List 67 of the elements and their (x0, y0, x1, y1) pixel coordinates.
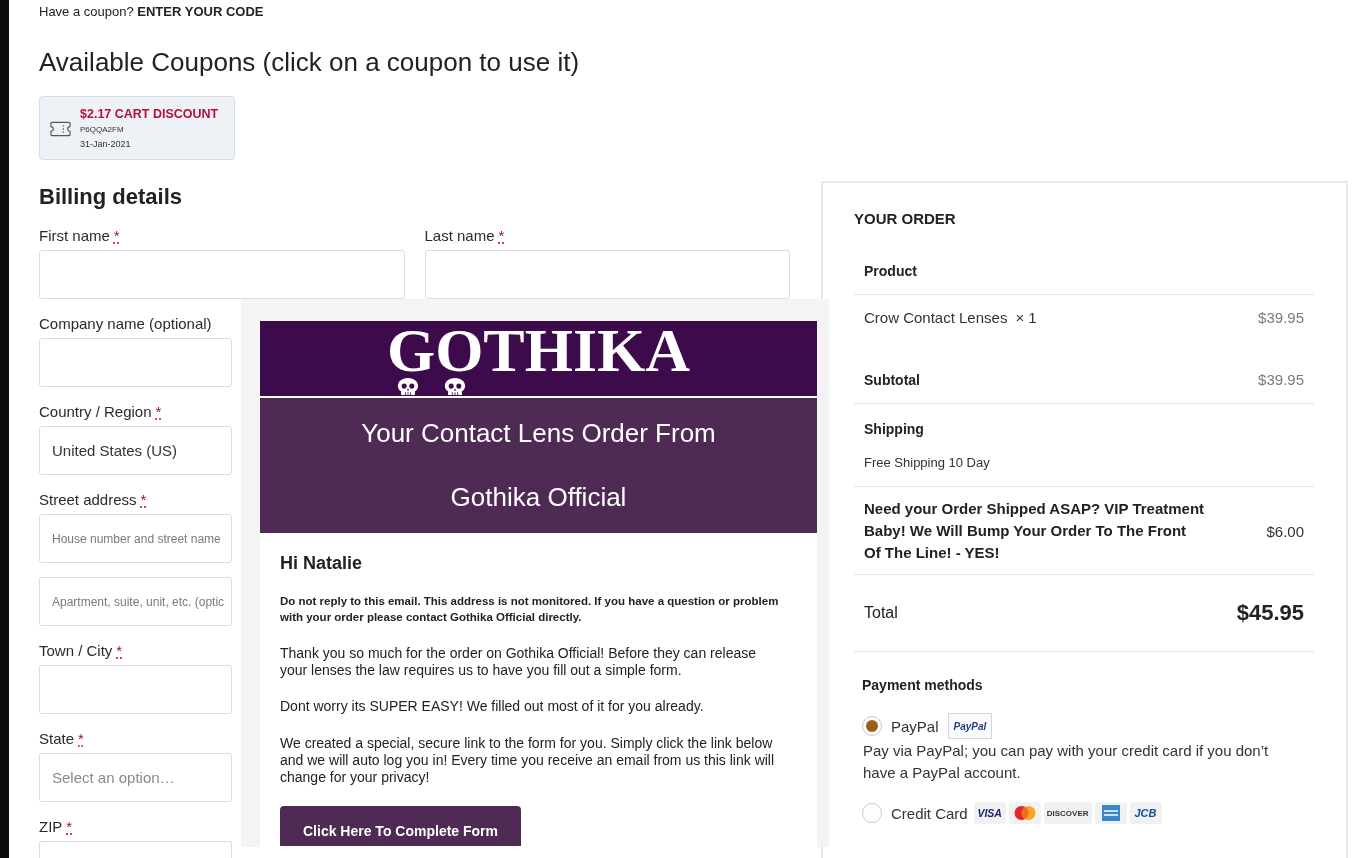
field-label: Company name (optional) (39, 314, 212, 334)
card-logo-icon (1094, 802, 1127, 824)
input-field[interactable] (39, 841, 232, 858)
coupon-code: P6QQA2FM (80, 124, 125, 136)
field-label: Street address (39, 490, 137, 510)
order-title: YOUR ORDER (854, 209, 957, 229)
input-field[interactable]: Apartment, suite, unit, etc. (optic (39, 577, 232, 626)
radio-button[interactable] (862, 803, 882, 823)
input-field[interactable] (424, 250, 790, 299)
select-field[interactable]: United States (US) (39, 426, 232, 475)
input-field[interactable]: House number and street name (39, 514, 232, 563)
field-label: ZIP (39, 817, 63, 837)
select-field[interactable]: Select an option… (39, 753, 232, 802)
input-field[interactable] (39, 250, 405, 299)
coupon-date: 31-Jan-2021 (80, 138, 132, 151)
required-mark: * (498, 226, 505, 246)
email-greeting: Hi Natalie (280, 552, 364, 574)
section-heading: Billing details (39, 183, 184, 211)
logo-text: GOTHIKA (386, 322, 691, 378)
section-heading: Available Coupons (click on a coupon to use it) (39, 46, 581, 78)
product-name: Crow Contact Lenses (864, 308, 1008, 328)
ticket-icon (50, 121, 71, 137)
method-description: Pay via PayPal; you can pay with your credit card if you don’t have a PayPal account. (863, 741, 1270, 783)
card-logo: VISA (973, 802, 1006, 824)
paypal-badge: PayPal (947, 713, 993, 739)
product-quantity: × 1 (1015, 308, 1037, 328)
field-label: Country / Region (39, 402, 152, 422)
coupon-card[interactable]: $2.17 CART DISCOUNT P6QQA2FM 31-Jan-2021 (39, 96, 235, 160)
required-mark: * (66, 817, 73, 837)
enter-code-link[interactable]: ENTER YOUR CODE (137, 4, 264, 19)
field-label: State (39, 729, 75, 749)
input-field[interactable] (39, 665, 232, 714)
email-paragraph: Thank you so much for the order on Gothika Official! Before they can release your lenses the law requires us to have you fill out a simple form. (280, 644, 757, 679)
complete-form-button[interactable]: Click Here To Complete Form (280, 806, 521, 846)
total-label: Total (864, 604, 898, 622)
method-label: PayPal (891, 717, 939, 735)
fee-label: Need your Order Shipped ASAP? VIP Treatment Baby! We Will Bump Your Order To The Front Of The Line! - YES! (864, 499, 1205, 563)
total-value: $45.95 (1236, 600, 1304, 626)
card-logo: DISCOVER (1043, 802, 1092, 824)
shipping-option: Free Shipping 10 Day (864, 453, 990, 473)
email-notice: Do not reply to this email. This address is not monitored. If you have a question or problem with your order please contact Gothika Official directly. (280, 594, 780, 625)
column-header: Product (864, 262, 917, 279)
fee-value: $6.00 (1266, 522, 1304, 540)
email-paragraph: We created a special, secure link to the form for you. Simply click the link below and we will auto log you in! Every time you receive an email from us this link will change for your privacy! (280, 734, 776, 786)
input-field[interactable] (39, 338, 232, 387)
field-label: Town / City (39, 641, 113, 661)
overlapping-circles-icon (1008, 802, 1041, 824)
field-label: Last name (424, 226, 495, 246)
subtotal-value: $39.95 (1258, 370, 1304, 390)
field-label: First name (39, 226, 110, 246)
coupon-prompt: Have a coupon? ENTER YOUR CODE (39, 3, 265, 20)
email-paragraph: Dont worry its SUPER EASY! We filled out most of it for you already. (280, 698, 705, 715)
required-mark: * (140, 490, 147, 510)
shipping-label: Shipping (864, 420, 924, 439)
section-title: Payment methods (862, 676, 984, 695)
method-label: Credit Card (891, 804, 968, 822)
email-heading: Your Contact Lens Order From (360, 417, 717, 450)
required-mark: * (116, 641, 123, 661)
subtotal-label: Subtotal (864, 371, 920, 390)
required-mark: * (113, 226, 120, 246)
card-logo: JCB (1129, 802, 1162, 824)
required-mark: * (155, 402, 162, 422)
radio-button[interactable] (862, 716, 882, 736)
coupon-amount: $2.17 CART DISCOUNT (80, 106, 219, 122)
price-text: $39.95 (1258, 308, 1304, 328)
email-heading: Gothika Official (449, 481, 628, 514)
required-mark: * (78, 729, 84, 749)
